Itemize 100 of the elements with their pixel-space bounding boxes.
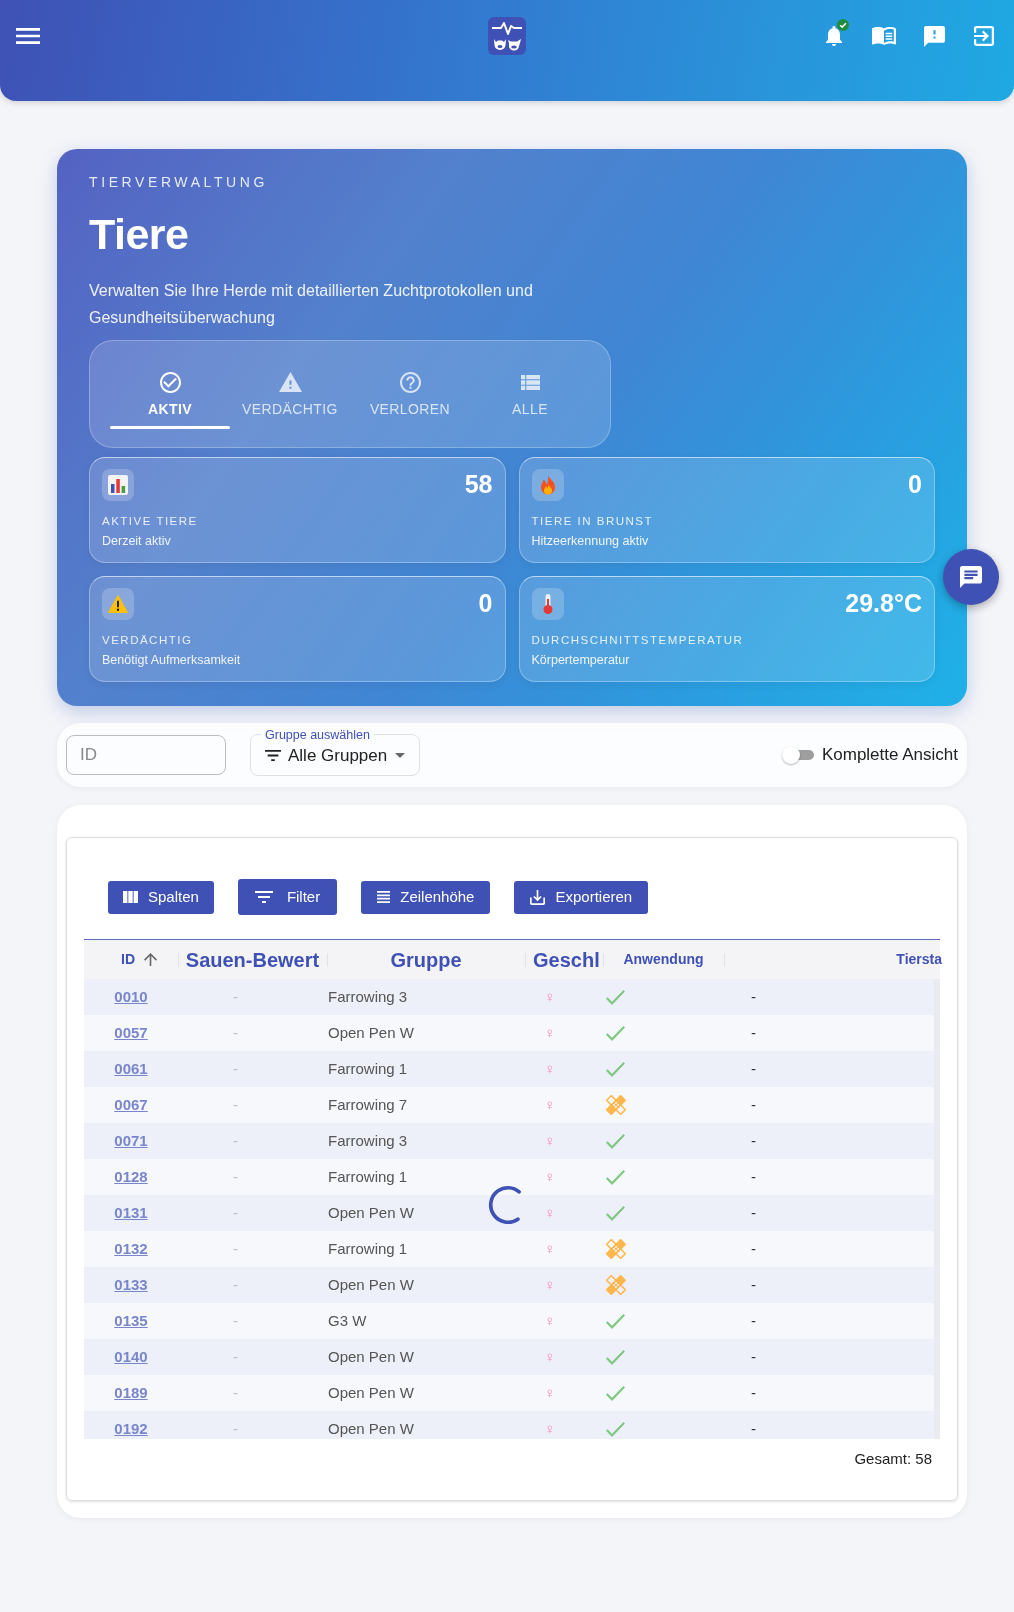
column-header[interactable]: Anwendung [603,940,724,979]
table-cell: - [233,1204,238,1221]
table-cell: - [233,1276,238,1293]
table-cell: Open Pen W [328,1276,414,1293]
table-cell: Open Pen W [328,1420,414,1437]
stat-caption: Körpertemperatur [531,652,631,668]
table-cell: - [751,1312,756,1329]
app-logo [488,17,526,55]
check-badge-icon [837,19,849,31]
chat-icon [960,566,982,588]
table-cell: - [233,1312,238,1329]
filter-icon [254,891,273,903]
table-cell: - [751,1168,756,1185]
animal-id-link[interactable]: 0061 [114,1059,148,1079]
animal-id-link[interactable]: 0131 [114,1203,148,1223]
table-cell: - [751,988,756,1005]
table-cell: G3 W [328,1312,367,1329]
table-cell: - [233,1348,238,1365]
table-cell: - [751,1024,756,1041]
table-cell: Farrowing 3 [328,1132,408,1149]
animal-id-link[interactable]: 0189 [114,1383,148,1403]
table-cell: Farrowing 3 [328,988,408,1005]
column-header[interactable]: Tiersta [724,940,942,979]
stat-value: 58 [464,469,493,499]
animal-id-link[interactable]: 0140 [114,1347,148,1367]
toolbar-button[interactable]: Exportieren [514,880,649,914]
column-header[interactable]: Sauen-Bewert [178,940,327,979]
id-input[interactable]: ID [66,735,226,775]
table-cell: ♀ [544,1204,556,1221]
page-description: Verwalten Sie Ihre Herde mit detaillierten Zuchtprotokollen und Gesundheitsüberwachung [89,281,534,328]
table-cell: - [233,1384,238,1401]
help-icon [399,371,421,393]
table-cell: - [751,1420,756,1437]
table-cell: ♀ [544,1420,556,1437]
download-icon [530,889,546,905]
column-header[interactable]: Gruppe [327,940,525,979]
table-cell: - [233,1132,238,1149]
table-cell: - [751,1384,756,1401]
flame-icon [531,469,564,501]
stat-label: AKTIVE TIERE [102,514,199,529]
status-tab[interactable]: VERLOREN [350,341,470,447]
status-tab[interactable]: VERDÄCHTIG [230,341,350,447]
table-cell: ♀ [544,1132,556,1149]
table-cell: - [233,988,238,1005]
stat-caption: Derzeit aktiv [102,533,172,549]
animal-id-link[interactable]: 0067 [114,1095,148,1115]
animal-id-link[interactable]: 0132 [114,1239,148,1259]
table-cell: ♀ [544,1384,556,1401]
list-icon [520,374,540,390]
table-cell: - [751,1096,756,1113]
stat-label: VERDÄCHTIG [102,633,194,648]
stat-value: 0 [478,588,493,618]
table-cell: - [233,1168,238,1185]
bar-chart-icon [102,469,134,501]
status-tab[interactable]: ALLE [470,341,590,447]
chat-button[interactable] [943,549,999,605]
table-cell: - [751,1132,756,1149]
status-tab[interactable]: AKTIV [110,341,230,447]
filter-icon [265,750,281,761]
stat-label: DURCHSCHNITTSTEMPERATUR [531,633,745,648]
table-cell: Open Pen W [328,1384,414,1401]
animal-id-link[interactable]: 0192 [114,1419,148,1439]
table-cell: ♀ [544,1276,556,1293]
table-cell: ♀ [544,988,556,1005]
table-cell: - [233,1240,238,1257]
animal-id-link[interactable]: 0071 [114,1131,148,1151]
table-cell: ♀ [544,1024,556,1041]
table-cell: - [751,1276,756,1293]
warning-icon [278,372,302,392]
toggle-switch[interactable] [781,746,814,764]
toolbar-button[interactable]: Zeilenhöhe [361,880,491,914]
menu-icon [16,28,40,44]
stat-caption: Benötigt Aufmerksamkeit [102,652,242,668]
animal-id-link[interactable]: 0057 [114,1023,148,1043]
thermometer-icon [531,588,564,620]
toolbar-button[interactable]: Spalten [108,880,214,914]
toggle-label: Komplette Ansicht [821,744,958,766]
table-cell: Farrowing 1 [328,1060,408,1077]
feedback-icon [923,25,945,47]
table-cell: Open Pen W [328,1204,414,1221]
toolbar-button[interactable]: Filter [237,879,338,915]
animal-id-link[interactable]: 0010 [114,987,148,1007]
table-cell: Farrowing 1 [328,1240,408,1257]
animal-id-link[interactable]: 0128 [114,1167,148,1187]
table-cell: Farrowing 1 [328,1168,408,1185]
table-cell: ♀ [544,1312,556,1329]
bell-icon [826,26,842,46]
warning-icon [102,588,134,620]
table-cell: - [751,1348,756,1365]
columns-icon [123,891,138,903]
table-cell: - [751,1204,756,1221]
table-cell: - [233,1420,238,1437]
column-header[interactable]: ID [84,940,178,979]
book-icon [872,27,896,45]
column-header[interactable]: Geschl [525,940,603,979]
stat-label: TIERE IN BRUNST [531,514,655,529]
table-cell: ♀ [544,1348,556,1365]
stat-value: 29.8°C [845,588,922,618]
animal-id-link[interactable]: 0135 [114,1311,148,1331]
animal-id-link[interactable]: 0133 [114,1275,148,1295]
